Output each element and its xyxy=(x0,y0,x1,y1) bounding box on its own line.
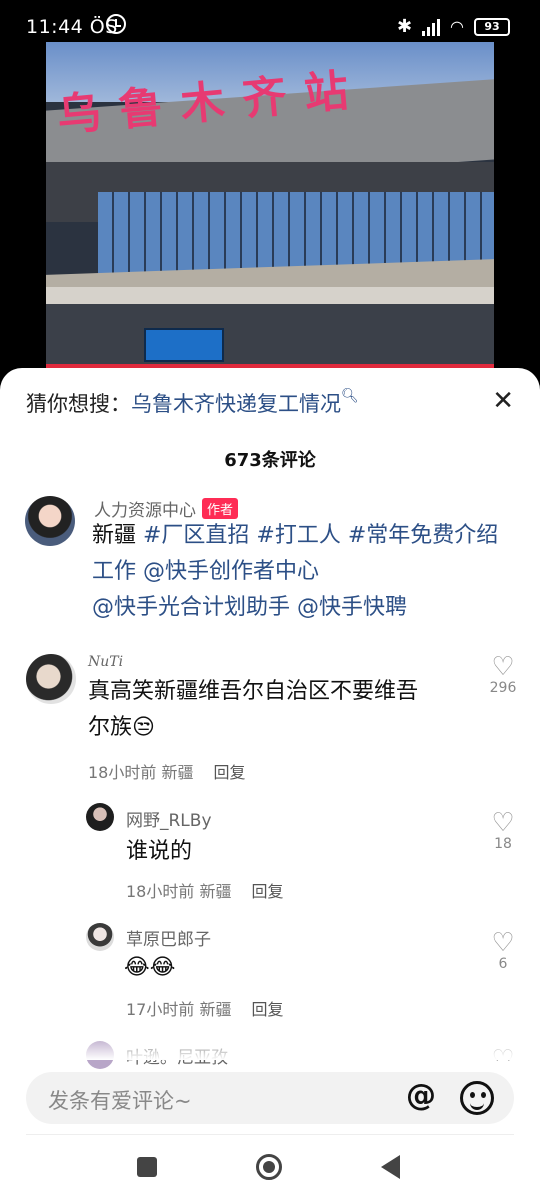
author-post-text: 新疆 #厂区直招 #打工人 #常年免费介绍 工作 @快手创作者中心 @快手光合计… xyxy=(92,518,498,626)
comment-text: 谁说的 xyxy=(126,839,193,864)
suggestion-query[interactable]: 乌鲁木齐快递复工情况 xyxy=(131,392,341,416)
avatar[interactable] xyxy=(86,923,114,951)
comment-meta: 18小时前 新疆 回复 xyxy=(88,759,245,783)
heart-icon: ♡ xyxy=(491,808,515,838)
like-count: 296 xyxy=(489,680,517,696)
comments-sheet: 猜你想搜：乌鲁木齐快递复工情况🔍︎ ✕ 673条评论 人力资源中心 作者 新疆 #… xyxy=(0,368,540,1200)
author-post-line2[interactable]: 工作 @快手创作者中心 xyxy=(92,554,498,590)
home-icon[interactable] xyxy=(256,1154,282,1180)
heart-icon: ♡ xyxy=(491,652,515,682)
station-entrance xyxy=(46,304,494,372)
like-button[interactable]: ♡ 6 xyxy=(483,930,523,972)
search-suggestion[interactable]: 猜你想搜：乌鲁木齐快递复工情况🔍︎ xyxy=(26,388,359,418)
status-time: 11:44 ÖS xyxy=(26,16,118,38)
comment-meta: 18小时前 新疆 回复 xyxy=(126,878,283,902)
list-fade xyxy=(0,1036,540,1060)
author-post-line1: 新疆 #厂区直招 #打工人 #常年免费介绍 xyxy=(92,523,499,548)
avatar[interactable] xyxy=(86,803,114,831)
comment-time: 18小时前 新疆 xyxy=(88,763,194,782)
station-screen xyxy=(144,328,224,362)
comment-input[interactable]: 发条有爱评论~ @ xyxy=(26,1072,514,1124)
avatar[interactable] xyxy=(26,654,76,704)
battery-icon: 93 xyxy=(474,17,510,36)
system-nav-bar xyxy=(0,1135,540,1200)
suggestion-prefix: 猜你想搜： xyxy=(26,392,131,416)
reply-button[interactable]: 回复 xyxy=(213,763,245,782)
author-post-line3[interactable]: @快手光合计划助手 @快手快聘 xyxy=(92,590,498,626)
recent-apps-icon[interactable] xyxy=(137,1157,157,1177)
reply-button[interactable]: 回复 xyxy=(251,882,283,901)
reply-button[interactable]: 回复 xyxy=(251,1000,283,1019)
heart-icon: ♡ xyxy=(491,928,515,958)
comment-input-placeholder: 发条有爱评论~ xyxy=(48,1089,192,1113)
like-button[interactable]: ♡ 296 xyxy=(483,654,523,696)
alarm-icon xyxy=(106,14,126,34)
comment-count: 673条评论 xyxy=(224,450,316,471)
signal-icon xyxy=(422,18,441,36)
back-icon[interactable] xyxy=(381,1155,400,1179)
comment-text: 真高笑新疆维吾尔自治区不要维吾 尔族😒 xyxy=(88,679,419,740)
comment-time: 18小时前 新疆 xyxy=(126,882,232,901)
mention-button[interactable]: @ xyxy=(406,1078,436,1113)
like-button[interactable]: ♡ 18 xyxy=(483,810,523,852)
comment-text: 😂😂 xyxy=(124,955,176,980)
like-count: 18 xyxy=(494,836,512,852)
emoji-icon[interactable] xyxy=(460,1081,494,1115)
comment-meta: 17小时前 新疆 回复 xyxy=(126,996,283,1020)
comment-time: 17小时前 新疆 xyxy=(126,1000,232,1019)
bluetooth-icon: ✱ xyxy=(396,16,413,37)
hashtag-links[interactable]: #厂区直招 #打工人 #常年免费介绍 xyxy=(143,523,498,548)
video-player[interactable]: 乌鲁木齐站 xyxy=(46,42,494,372)
like-count: 6 xyxy=(498,956,508,972)
author-badge: 作者 xyxy=(202,498,239,519)
wifi-icon: ◠ xyxy=(450,17,464,36)
commenter-name[interactable]: 草原巴郎子 xyxy=(126,925,211,950)
avatar[interactable] xyxy=(25,496,75,546)
search-icon: 🔍︎ xyxy=(341,388,359,404)
close-icon[interactable]: ✕ xyxy=(492,386,514,416)
commenter-name[interactable]: 网野_RLBy xyxy=(126,806,212,831)
commenter-name[interactable]: NuTi xyxy=(88,654,123,670)
status-icons: ✱ ◠ 93 xyxy=(397,16,510,37)
